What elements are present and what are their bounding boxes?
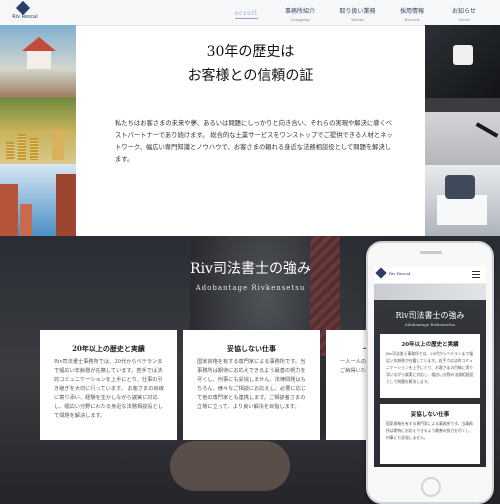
phone-home-button[interactable] — [421, 477, 441, 497]
house-model-icon — [453, 45, 473, 65]
nav-item-company[interactable]: 事務所紹介 Company — [280, 6, 320, 22]
hero-body: 私たちはお客さまの未来や夢、あるいは問題にしっかりと向き合い、それらの実現や解決… — [115, 120, 393, 163]
strength-card-history: 20年以上の歴史と実績 Riv司法書士事務所では、20代からベテランまで幅広い年… — [40, 330, 177, 440]
nav-sub-label: News — [458, 17, 470, 22]
strength-card-quality: 妥協しない仕事 国家資格を有する専門家による事務所です。当事務所は期待にお応えで… — [183, 330, 320, 440]
card-text: 国家資格を有する専門家による事務所です。当事務所は期待にお応えできるよう最善の努… — [197, 359, 306, 410]
hand-background — [170, 441, 290, 491]
photo-house-hands — [425, 25, 500, 98]
mobile-logo-text: Riv Rescal — [389, 271, 411, 276]
photo-coins — [0, 98, 76, 164]
photo-signing — [425, 165, 500, 236]
nav-label: 採用情報 — [399, 8, 424, 15]
card-title: 20年以上の歴史と実績 — [72, 344, 145, 353]
hamburger-menu-icon[interactable] — [472, 271, 480, 278]
hero-title-line2: お客様との信頼の証 — [187, 68, 314, 84]
nav-sub-label: Works — [351, 17, 364, 22]
phone-speaker — [420, 251, 442, 254]
nav-sub-label: Company — [290, 17, 310, 22]
nav-label: 事務所紹介 — [284, 8, 315, 15]
mobile-logo-icon[interactable] — [375, 267, 387, 279]
mobile-card-history: 20年以上の歴史と実績 Riv司法書士事務所では、20代からベテランまで幅広い年… — [380, 334, 480, 398]
card-title: 妥協しない仕事 — [227, 344, 276, 353]
nav-item-works[interactable]: 取り扱い業務 Works — [335, 6, 380, 22]
hero-title-line1: 30年の歴史は — [206, 44, 295, 60]
mobile-card-text: 国家資格を有する専門家による事務所です。当事務所は期待にお応えできるよう最善の努… — [386, 421, 474, 440]
site-header: Riv Rescal scroll 事務所紹介 Company 取り扱い業務 W… — [0, 0, 500, 26]
card-text: Riv司法書士事務所では、20代からベテランまで幅広い年齢層が在籍しています。若… — [54, 359, 164, 419]
nav-label: お知らせ — [452, 8, 476, 15]
mobile-card-title: 妥協しない仕事 — [410, 412, 450, 418]
mobile-strengths-title: Riv司法書士の強み — [395, 311, 465, 320]
mobile-strengths-subtitle: Adobantage Rivkensetsu — [404, 322, 456, 327]
mobile-strengths-section: Riv司法書士の強み Adobantage Rivkensetsu 20年以上の… — [374, 300, 486, 467]
pen-icon — [475, 122, 499, 138]
mobile-banner — [374, 284, 486, 300]
nav-label: 取り扱い業務 — [339, 8, 376, 15]
mobile-header: Riv Rescal — [374, 267, 486, 284]
mobile-card-quality: 妥協しない仕事 国家資格を有する専門家による事務所です。当事務所は期待にお応えで… — [380, 404, 480, 464]
hero-title: 30年の歴史は お客様との信頼の証 — [76, 40, 425, 88]
mobile-card-text: Riv司法書士事務所では、20代からベテランまで幅広い年齢層が在籍しています。若… — [386, 351, 474, 384]
main-nav: scroll 事務所紹介 Company 取り扱い業務 Works 採用情報 R… — [0, 4, 500, 24]
house-icon — [22, 37, 56, 69]
photo-house-keys — [0, 25, 76, 98]
photo-buildings — [0, 164, 76, 236]
photo-desk-pen — [425, 98, 500, 165]
nav-scroll-indicator[interactable]: scroll — [235, 10, 258, 19]
nav-sub-label: Recruit — [404, 17, 420, 22]
nav-item-news[interactable]: お知らせ News — [444, 6, 484, 22]
nav-item-recruit[interactable]: 採用情報 Recruit — [392, 6, 432, 22]
phone-screen: Riv Rescal Riv司法書士の強み Adobantage Rivkens… — [374, 267, 486, 467]
phone-mockup: Riv Rescal Riv司法書士の強み Adobantage Rivkens… — [366, 241, 494, 504]
mobile-card-title: 20年以上の歴史と実績 — [401, 342, 459, 348]
